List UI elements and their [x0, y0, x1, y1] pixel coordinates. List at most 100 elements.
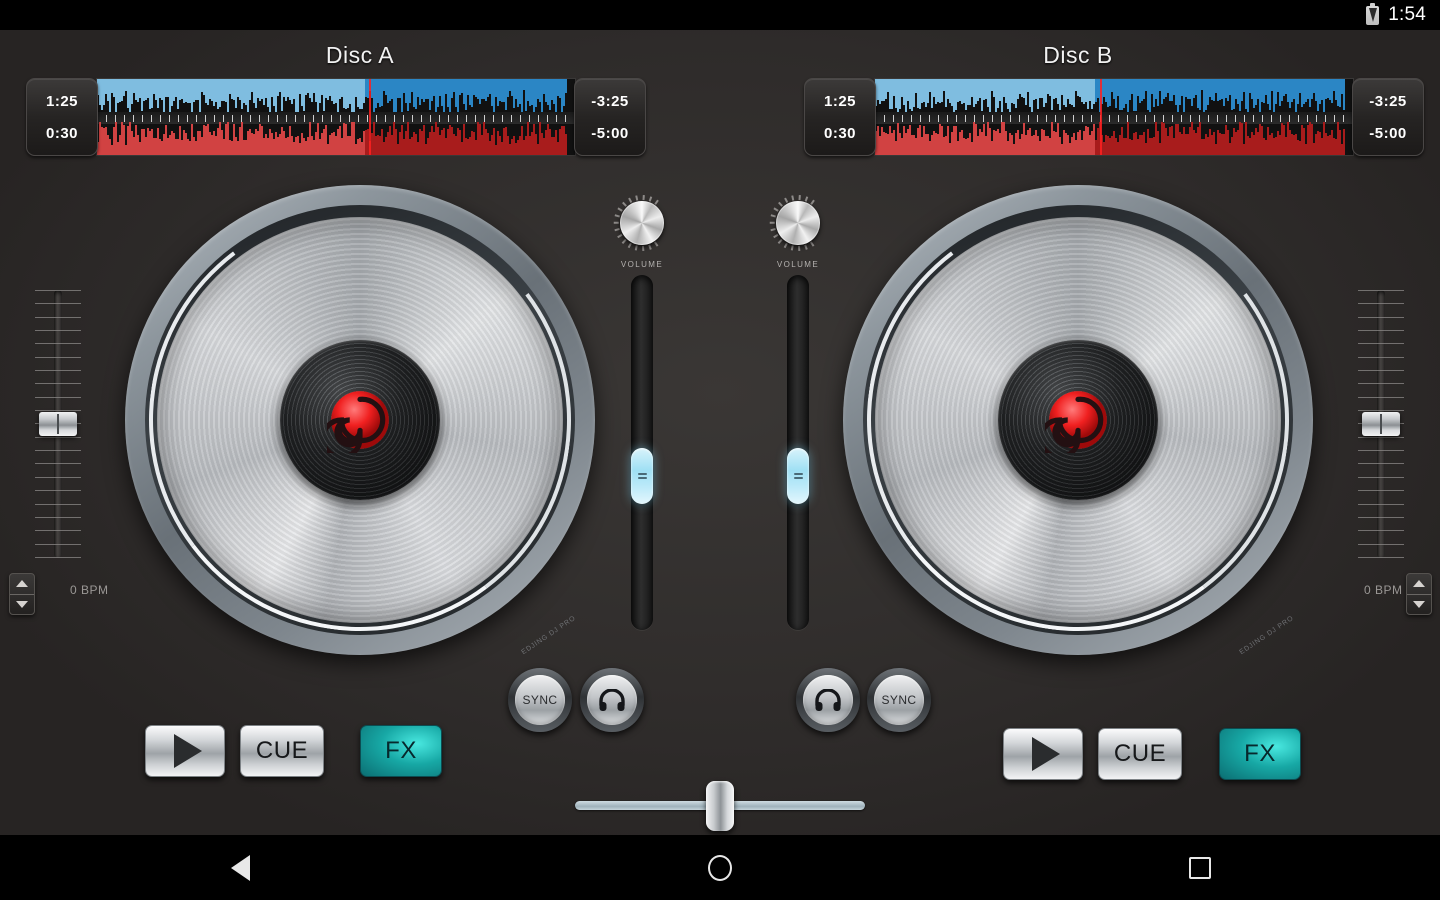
deck-a-playhead — [369, 79, 372, 155]
deck-a-waveform-panel[interactable]: 1:25 0:30 -3:25 -5:00 — [26, 78, 646, 156]
beat-tick — [430, 114, 431, 122]
deck-a-vinyl-label[interactable] — [280, 340, 440, 500]
deck-a-pitch-handle[interactable] — [39, 412, 77, 436]
beat-tick — [1055, 114, 1056, 122]
deck-b-bpm-decrease[interactable] — [1407, 595, 1431, 615]
pitch-tick — [1358, 303, 1404, 305]
beat-tick — [1172, 114, 1173, 122]
beat-tick — [920, 114, 921, 122]
deck-a-volume-knob-label: VOLUME — [620, 260, 664, 269]
deck-b-sync-button[interactable]: SYNC — [867, 668, 931, 732]
knob-scale-mark — [654, 199, 659, 205]
deck-a-headphone-cue-button[interactable] — [580, 668, 644, 732]
beat-tick — [1082, 114, 1083, 122]
pitch-tick — [35, 396, 81, 398]
beat-tick — [947, 114, 948, 122]
deck-b-volume-knob[interactable] — [776, 201, 820, 245]
beat-tick — [196, 114, 197, 122]
swirl-logo-icon — [1045, 391, 1107, 453]
play-icon — [173, 734, 202, 768]
beat-tick — [295, 114, 296, 122]
beat-tick — [250, 114, 251, 122]
deck-b-fx-button[interactable]: FX — [1219, 728, 1301, 780]
beat-tick — [1325, 114, 1326, 122]
deck-b-waveform-panel[interactable]: 1:25 0:30 -3:25 -5:00 — [804, 78, 1424, 156]
deck-a-pitch-fader[interactable] — [35, 290, 81, 558]
crossfader[interactable] — [575, 781, 865, 831]
knob-scale-mark — [773, 234, 779, 239]
deck-b-cue-time: 0:30 — [823, 124, 857, 142]
pitch-tick — [1358, 503, 1404, 505]
deck-a-bpm-decrease[interactable] — [10, 595, 34, 615]
beat-tick — [124, 114, 125, 122]
beat-tick — [1091, 114, 1092, 122]
waveform-bar — [1343, 128, 1345, 155]
crossfader-handle[interactable] — [706, 781, 734, 831]
beat-tick — [403, 114, 404, 122]
deck-a-bpm-stepper[interactable] — [9, 573, 35, 615]
nav-recents-button[interactable] — [1140, 835, 1260, 900]
beat-tick — [565, 114, 566, 122]
deck-b-volume-slider-handle[interactable] — [787, 448, 809, 505]
deck-b-play-button[interactable] — [1003, 728, 1083, 780]
deck-b-bpm-increase[interactable] — [1407, 574, 1431, 595]
deck-a-total-remaining-time: -5:00 — [591, 124, 629, 142]
knob-scale-mark — [635, 195, 638, 201]
deck-a-headphone-inner — [587, 675, 637, 725]
deck-a-turntable[interactable]: EDJING DJ PRO — [121, 181, 599, 659]
deck-a-fx-button[interactable]: FX — [360, 725, 442, 777]
knob-scale-mark — [617, 207, 623, 212]
knob-scale-mark — [784, 243, 788, 249]
deck-b-pitch-handle[interactable] — [1362, 412, 1400, 436]
nav-back-button[interactable] — [180, 835, 300, 900]
deck-b-time-left: 1:25 0:30 — [804, 78, 876, 156]
beat-tick — [1334, 114, 1335, 122]
beat-tick — [151, 114, 152, 122]
deck-b-total-remaining-time: -5:00 — [1369, 124, 1407, 142]
beat-tick — [277, 114, 278, 122]
deck-a-volume-knob-wrap[interactable]: VOLUME — [607, 193, 677, 271]
nav-home-button[interactable] — [660, 835, 780, 900]
deck-a-bpm-increase[interactable] — [10, 574, 34, 595]
beat-tick — [1316, 114, 1317, 122]
pitch-tick — [1358, 343, 1404, 345]
deck-a-volume-knob[interactable] — [620, 201, 664, 245]
pitch-tick — [1358, 436, 1404, 438]
beat-tick — [956, 114, 957, 122]
deck-a-play-button[interactable] — [145, 725, 225, 777]
deck-b-headphone-cue-button[interactable] — [796, 668, 860, 732]
deck-b-waveform-top — [875, 79, 1353, 112]
deck-a-volume-slider-handle[interactable] — [631, 448, 653, 505]
deck-b-volume-slider[interactable] — [787, 275, 809, 630]
knob-scale-mark — [798, 195, 801, 201]
status-bar-clock: 1:54 — [1388, 4, 1426, 25]
beat-tick — [268, 114, 269, 122]
deck-b-vinyl-label[interactable] — [998, 340, 1158, 500]
beat-tick — [1253, 114, 1254, 122]
beat-tick — [992, 114, 993, 122]
deck-a-volume-slider[interactable] — [631, 275, 653, 630]
deck-a-waveform[interactable] — [96, 78, 576, 156]
deck-b-waveform[interactable] — [874, 78, 1354, 156]
deck-b-volume-knob-wrap[interactable]: VOLUME — [763, 193, 833, 271]
deck-b-pitch-fader[interactable] — [1358, 290, 1404, 558]
deck-a-cue-button[interactable]: CUE — [240, 725, 324, 777]
deck-b-turntable[interactable]: EDJING DJ PRO — [839, 181, 1317, 659]
knob-scale-mark — [791, 245, 794, 251]
knob-scale-mark — [770, 228, 776, 232]
beat-tick — [421, 114, 422, 122]
deck-b-cue-button[interactable]: CUE — [1098, 728, 1182, 780]
beat-tick — [385, 114, 386, 122]
beat-tick — [448, 114, 449, 122]
deck-a-sync-button[interactable]: SYNC — [508, 668, 572, 732]
deck-a-time-left: 1:25 0:30 — [26, 78, 98, 156]
beat-tick — [1280, 114, 1281, 122]
beat-tick — [938, 114, 939, 122]
deck-b-headphone-inner — [803, 675, 853, 725]
beat-tick — [511, 114, 512, 122]
beat-tick — [457, 114, 458, 122]
knob-scale-mark — [804, 196, 808, 202]
deck-b-bpm-stepper[interactable] — [1406, 573, 1432, 615]
beat-tick — [538, 114, 539, 122]
beat-tick — [169, 114, 170, 122]
